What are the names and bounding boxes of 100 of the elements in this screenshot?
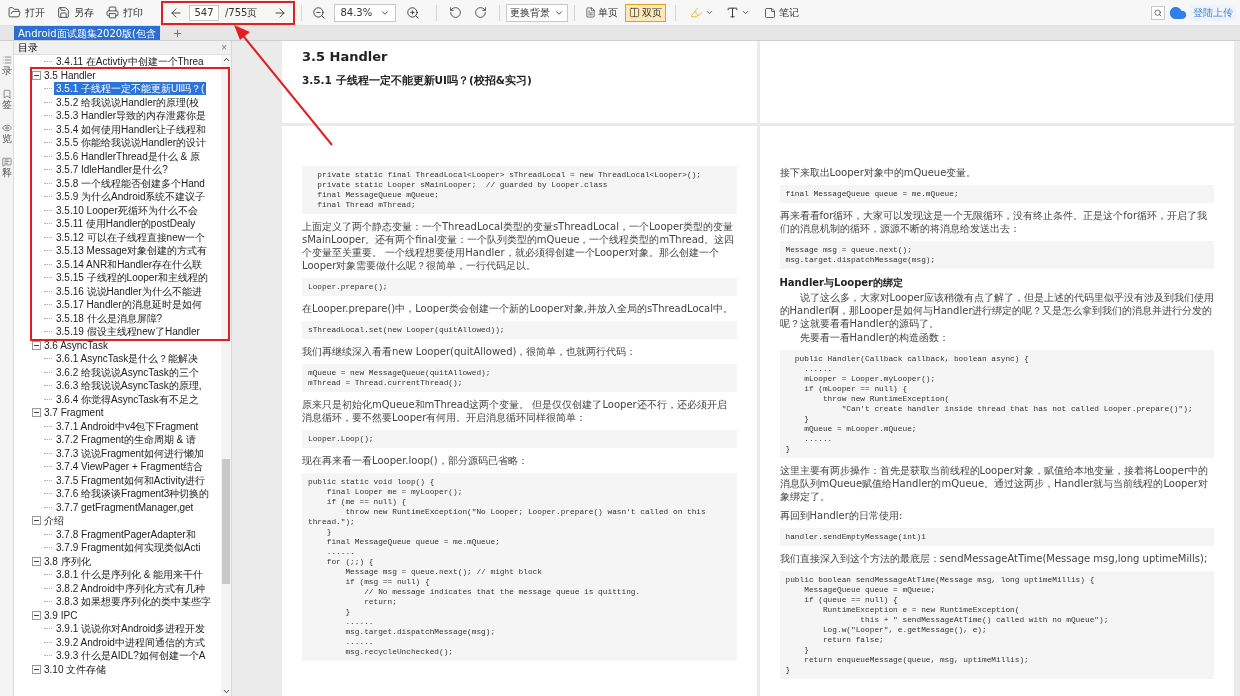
rail-tab[interactable]: 签: [1, 89, 12, 111]
outline-item[interactable]: 3.7.8 FragmentPagerAdapter和: [54, 527, 198, 541]
outline-section[interactable]: 3.6 AsyncTask: [44, 338, 108, 352]
single-page-icon: [585, 7, 597, 18]
view-mode-button[interactable]: 双页: [625, 3, 667, 22]
previous-page-icon[interactable]: [169, 5, 183, 20]
outline-item[interactable]: 3.7.7 getFragmentManager,get: [54, 500, 196, 514]
collapse-icon[interactable]: [32, 664, 41, 674]
subsection-heading: 3.5.1 子线程一定不能更新UI吗？(校招&实习): [302, 72, 533, 88]
upload-button[interactable]: 登陆上传: [1190, 4, 1236, 21]
collapse-icon[interactable]: [32, 516, 41, 526]
rotate-right-icon[interactable]: [474, 6, 488, 19]
paragraph-heading: Handler与Looper的绑定: [779, 276, 905, 290]
outline-item[interactable]: 3.9.3 什么是AIDL?如何创建一个A: [54, 649, 208, 663]
section-heading: 3.5 Handler: [302, 48, 389, 66]
paragraph: 再回到Handler的日常使用:: [779, 509, 904, 522]
collapse-icon[interactable]: [32, 340, 41, 350]
collapse-icon[interactable]: [32, 408, 41, 418]
new-tab-icon[interactable]: [172, 28, 183, 39]
outline-item[interactable]: 3.5.18 什么是消息屏障?: [54, 311, 165, 325]
outline-item[interactable]: 3.5.3 Handler导致的内存泄露你是: [54, 109, 209, 123]
outline-item[interactable]: 3.7.6 给我谈谈Fragment3种切换的: [54, 487, 212, 501]
outline-item[interactable]: 3.5.1 子线程一定不能更新UI吗？(: [54, 82, 207, 96]
paragraph: 现在再来看一看Looper.loop()，部分源码已省略：: [302, 454, 529, 467]
save-icon: [57, 6, 70, 19]
outline-section[interactable]: 3.9 IPC: [44, 608, 78, 622]
page-total: /755页: [225, 6, 258, 20]
paragraph: 接下来取出Looper对象中的mQueue变量。: [779, 166, 978, 179]
paragraph: 在Looper.prepare()中，Looper类会创建一个新的Looper对象,并放入全局的sThreadLocal中。: [302, 302, 734, 315]
caret-icon: [705, 8, 715, 17]
outline-section[interactable]: 介绍: [44, 514, 64, 528]
next-page-icon[interactable]: [273, 5, 288, 20]
paragraph: 这里主要有两步操作：首先是获取当前线程的Looper对象，赋值给本地变量，接着将Looper中的消息队列mQueue赋值给Handler的mQueue。通过这两步，Handler就与当前线程的Looper对象绑定了。: [779, 464, 1209, 503]
outline-section[interactable]: 3.10 文件存储: [44, 662, 107, 676]
outline-section[interactable]: 3.8 序列化: [44, 554, 91, 568]
outline-item[interactable]: 3.5.10 Looper死循环为什么不会: [54, 203, 200, 217]
rail-tab[interactable]: 览: [1, 123, 12, 145]
zoom-dropdown[interactable]: 84.3%: [334, 3, 397, 22]
outline-item[interactable]: 3.9.1 说说你对Android多进程开发: [54, 622, 208, 636]
outline-item[interactable]: 3.5.9 为什么Android系统不建议子: [54, 190, 208, 204]
scroll-up-icon[interactable]: [221, 55, 231, 64]
caret-icon: [741, 8, 751, 17]
background-dropdown[interactable]: 更换背景: [506, 3, 569, 22]
document-tab[interactable]: Android面试题集2020版(包含: [14, 26, 160, 40]
collapse-icon[interactable]: [32, 556, 41, 566]
scroll-down-icon[interactable]: [221, 687, 231, 696]
outline-item[interactable]: 3.5.13 Message对象创建的方式有: [54, 244, 210, 258]
outline-item[interactable]: 3.5.12 可以在子线程直接new一个: [54, 230, 207, 244]
outline-item[interactable]: 3.5.5 你能给我说说Handler的设计: [54, 136, 209, 150]
outline-item[interactable]: 3.5.16 说说Handler为什么不能进: [54, 284, 204, 298]
outline-item[interactable]: 3.7.2 Fragment的生命周期 & 请: [54, 433, 199, 447]
zoom-in-icon[interactable]: [406, 5, 421, 20]
scrollbar-thumb[interactable]: [222, 459, 230, 584]
page-number-field[interactable]: 547: [189, 4, 219, 21]
outline-item[interactable]: 3.5.15 子线程的Looper和主线程的: [54, 271, 210, 285]
outline-item[interactable]: 3.6.1 AsyncTask是什么？能解决: [54, 352, 201, 366]
highlighter-icon: [690, 6, 704, 19]
outline-item[interactable]: 3.5.7 IdleHandler是什么?: [54, 163, 170, 177]
outline-item[interactable]: 3.8.3 如果想要序列化的类中某些字: [54, 595, 214, 609]
notes-button[interactable]: 笔记: [760, 5, 804, 20]
toolbar-button[interactable]: 另存: [53, 2, 98, 23]
outline-item[interactable]: 3.5.4 如何使用Handler让子线程和: [54, 122, 209, 136]
outline-section[interactable]: 3.5 Handler: [44, 68, 96, 82]
paragraph: 我们直接深入到这个方法的最底层：sendMessageAtTime(Message msg,long uptimeMills);: [779, 552, 1209, 565]
outline-item[interactable]: 3.7.5 Fragment如何和Activity进行: [54, 473, 208, 487]
outline-item[interactable]: 3.8.2 Android中序列化方式有几种: [54, 581, 207, 595]
paragraph: 上面定义了两个静态变量：一个ThreadLocal类型的变量sThreadLocal，一个Looper类型的变量sMainLooper。还有两个final变量：一个队列类型的mQueue，一个线程类型的mThread。这四个变量至关重要。 一个线程想要使用Handler，就必须得创建一个Looper对象。那么创建一个Looper对象需要做什么呢？很简单，一行代码足以。: [302, 220, 736, 272]
text-color-button[interactable]: [726, 6, 751, 19]
outline-item[interactable]: 3.7.4 ViewPager + Fragment结合: [54, 460, 206, 474]
outline-item[interactable]: 3.7.1 Android中v4包下Fragment: [54, 419, 201, 433]
toolbar-button[interactable]: 打开: [4, 2, 49, 23]
outline-item[interactable]: 3.5.14 ANR和Handler存在什么联: [54, 257, 205, 271]
outline-section[interactable]: 3.7 Fragment: [44, 406, 104, 420]
outline-item[interactable]: 3.9.2 Android中进程间通信的方式: [54, 635, 207, 649]
two-page-icon: [629, 7, 641, 18]
outline-item[interactable]: 3.6.4 你觉得AsyncTask有不足之: [54, 392, 201, 406]
toolbar-button[interactable]: 打印: [102, 2, 147, 23]
text-icon: [726, 6, 740, 19]
rail-tab[interactable]: 录: [1, 55, 12, 77]
note-icon: [764, 6, 777, 19]
outline-item[interactable]: 3.8.1 什么是序列化 & 能用来干什: [54, 568, 206, 582]
close-button[interactable]: ×: [221, 40, 227, 55]
view-mode-button[interactable]: 单页: [581, 3, 623, 22]
rail-tab[interactable]: 释: [1, 157, 12, 179]
outline-item[interactable]: 3.5.6 HandlerThread是什么 & 原: [54, 149, 202, 163]
outline-item[interactable]: 3.4.11 在Activtiy中创建一个Threa: [54, 55, 206, 69]
outline-item[interactable]: 3.5.8 一个线程能否创建多个Hand: [54, 176, 207, 190]
outline-item[interactable]: 3.7.9 Fragment如何实现类似Acti: [54, 541, 203, 555]
search-field[interactable]: [1151, 5, 1165, 20]
outline-item[interactable]: 3.6.2 给我说说AsyncTask的三个: [54, 365, 201, 379]
zoom-out-icon[interactable]: [312, 5, 327, 20]
outline-item[interactable]: 3.5.2 给我说说Handler的原理(校: [54, 95, 202, 109]
outline-item[interactable]: 3.7.3 说说Fragment如何进行懒加: [54, 446, 206, 460]
outline-item[interactable]: 3.6.3 给我说说AsyncTask的原理,: [54, 379, 204, 393]
outline-item[interactable]: 3.5.11 使用Handler的postDealy: [54, 217, 198, 231]
collapse-icon[interactable]: [32, 70, 41, 80]
outline-item[interactable]: 3.5.17 Handler的消息延时是如何: [54, 298, 204, 312]
rotate-left-icon[interactable]: [449, 6, 463, 19]
outline-item[interactable]: 3.5.19 假设主线程new了Handler: [54, 325, 202, 339]
collapse-icon[interactable]: [32, 610, 41, 620]
